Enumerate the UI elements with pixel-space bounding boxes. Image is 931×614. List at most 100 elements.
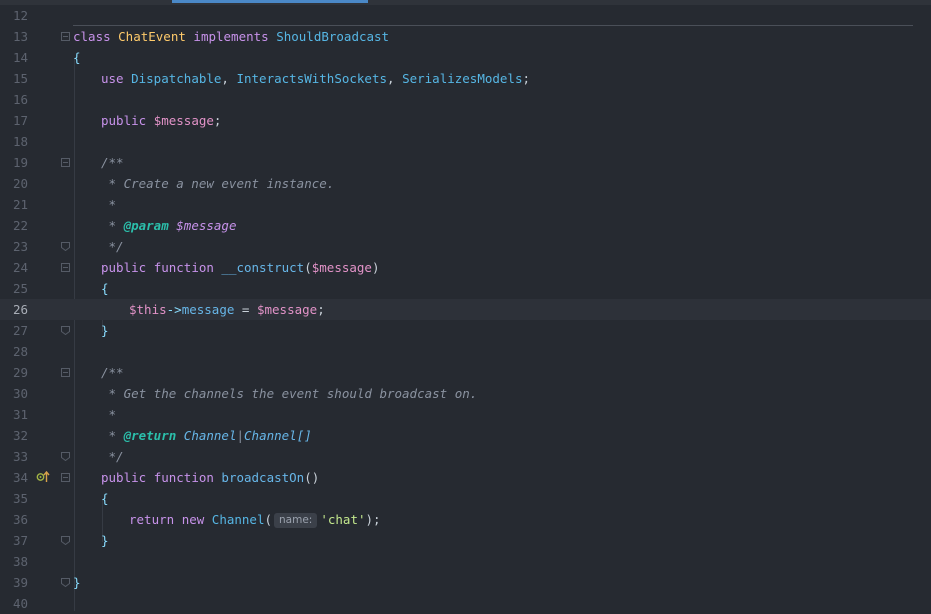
code-line[interactable]: 23 */: [0, 236, 931, 257]
code-text: public function __construct($message): [101, 257, 380, 278]
doc-comment: *: [101, 407, 117, 422]
active-tab-indicator[interactable]: [172, 0, 368, 3]
line-number: 30: [12, 386, 28, 401]
code-line[interactable]: 33 */: [0, 446, 931, 467]
line-number: 16: [12, 92, 28, 107]
code-line[interactable]: 13 class ChatEvent implements ShouldBroa…: [0, 26, 931, 47]
keyword: function: [153, 260, 222, 275]
code-line[interactable]: 38: [0, 551, 931, 572]
code-text: * Create a new event instance.: [101, 173, 335, 194]
code-line[interactable]: 22 * @param $message: [0, 215, 931, 236]
implements-method-icon[interactable]: [36, 470, 50, 484]
variable: $this: [129, 302, 167, 317]
code-text: return new Channel(name:'chat');: [129, 509, 381, 530]
code-line[interactable]: 27 }: [0, 320, 931, 341]
code-line-current[interactable]: 26 $this->message = $message;: [0, 299, 931, 320]
code-line[interactable]: 39 }: [0, 572, 931, 593]
doc-comment: * Create a new event instance.: [101, 176, 335, 191]
code-text: {: [101, 488, 109, 509]
string-literal: 'chat': [320, 512, 366, 527]
punctuation: ,: [221, 71, 237, 86]
fold-close-icon[interactable]: [61, 326, 70, 335]
code-text: use Dispatchable, InteractsWithSockets, …: [101, 68, 530, 89]
line-number: 22: [12, 218, 28, 233]
line-number: 25: [12, 281, 28, 296]
line-number: 36: [12, 512, 28, 527]
keyword: use: [101, 71, 132, 86]
code-text: $this->message = $message;: [129, 299, 325, 320]
fold-close-icon[interactable]: [61, 578, 70, 587]
fold-open-icon[interactable]: [61, 158, 70, 167]
doc-comment: |: [236, 428, 245, 443]
code-line[interactable]: 37 }: [0, 530, 931, 551]
line-number: 19: [12, 155, 28, 170]
variable: $message: [256, 302, 318, 317]
code-text: {: [73, 47, 81, 68]
parameter-hint: name:: [274, 513, 318, 528]
brace: {: [73, 50, 81, 65]
line-number: 39: [12, 575, 28, 590]
operator: =: [234, 302, 257, 317]
doc-comment: *: [101, 197, 117, 212]
fold-open-icon[interactable]: [61, 368, 70, 377]
property-name: message: [181, 302, 235, 317]
line-number: 17: [12, 113, 28, 128]
variable: $message: [153, 113, 214, 128]
doc-comment: /**: [101, 365, 124, 380]
code-text: }: [73, 572, 81, 593]
fold-close-icon[interactable]: [61, 452, 70, 461]
line-number: 35: [12, 491, 28, 506]
code-line[interactable]: 29 /**: [0, 362, 931, 383]
code-line[interactable]: 35 {: [0, 488, 931, 509]
code-line[interactable]: 36 return new Channel(name:'chat');: [0, 509, 931, 530]
code-line[interactable]: 12: [0, 5, 931, 26]
code-line[interactable]: 21 *: [0, 194, 931, 215]
code-line[interactable]: 20 * Create a new event instance.: [0, 173, 931, 194]
class-name: ChatEvent: [118, 29, 186, 44]
code-text: *: [101, 404, 117, 425]
code-text: */: [101, 446, 124, 467]
fold-open-icon[interactable]: [61, 263, 70, 272]
line-number: 24: [12, 260, 28, 275]
function-name: __construct: [221, 260, 305, 275]
trait-name: SerializesModels: [402, 71, 523, 86]
keyword: public: [101, 113, 154, 128]
keyword: return: [129, 512, 182, 527]
line-number: 27: [12, 323, 28, 338]
code-line[interactable]: 17 public $message;: [0, 110, 931, 131]
code-line[interactable]: 30 * Get the channels the event should b…: [0, 383, 931, 404]
keyword: public: [101, 470, 154, 485]
fold-close-icon[interactable]: [61, 242, 70, 251]
fold-open-icon[interactable]: [61, 473, 70, 482]
punctuation: ): [371, 260, 380, 275]
line-number: 29: [12, 365, 28, 380]
fold-open-icon[interactable]: [61, 32, 70, 41]
punctuation: ,: [387, 71, 403, 86]
doc-comment: [176, 428, 184, 443]
line-number: 21: [12, 197, 28, 212]
code-line[interactable]: 18: [0, 131, 931, 152]
line-number: 23: [12, 239, 28, 254]
code-line[interactable]: 24 public function __construct($message): [0, 257, 931, 278]
code-line[interactable]: 25 {: [0, 278, 931, 299]
doc-comment: *: [101, 428, 124, 443]
code-line[interactable]: 34 public function broadcastOn(): [0, 467, 931, 488]
keyword: new: [181, 512, 212, 527]
code-editor[interactable]: 12 13 class ChatEvent implements ShouldB…: [0, 5, 931, 611]
brace: {: [101, 491, 109, 506]
code-line[interactable]: 16: [0, 89, 931, 110]
keyword: public: [101, 260, 154, 275]
code-line[interactable]: 14 {: [0, 47, 931, 68]
code-line[interactable]: 15 use Dispatchable, InteractsWithSocket…: [0, 68, 931, 89]
fold-close-icon[interactable]: [61, 536, 70, 545]
brace: }: [101, 323, 109, 338]
line-number: 14: [12, 50, 28, 65]
code-line[interactable]: 31 *: [0, 404, 931, 425]
line-number: 26: [12, 302, 28, 317]
line-number: 37: [12, 533, 28, 548]
code-line[interactable]: 32 * @return Channel|Channel[]: [0, 425, 931, 446]
punctuation: );: [365, 512, 381, 527]
brace: }: [101, 533, 109, 548]
code-line[interactable]: 19 /**: [0, 152, 931, 173]
code-line[interactable]: 28: [0, 341, 931, 362]
